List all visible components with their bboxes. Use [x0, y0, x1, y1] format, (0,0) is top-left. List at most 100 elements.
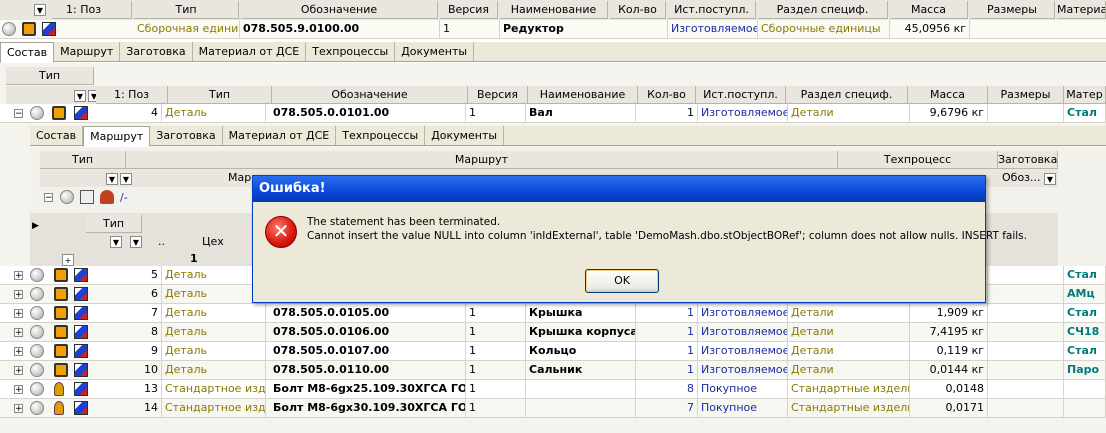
edit-pen-icon[interactable]: [74, 268, 88, 282]
expand-toggle-icon[interactable]: +: [14, 366, 23, 376]
top-col-version[interactable]: Версия: [440, 1, 498, 19]
route-col-techprocess[interactable]: Техпроцесс: [838, 151, 998, 169]
expand-toggle-icon[interactable]: +: [14, 347, 23, 357]
top-col-qty[interactable]: Кол-во: [610, 1, 666, 19]
inner-dd-1[interactable]: ▼: [110, 235, 122, 248]
expanded-row[interactable]: − 4 Деталь 078.505.0.0101.00 1 Вал 1 Изг…: [0, 104, 1106, 123]
edit-pen-icon[interactable]: [74, 363, 88, 377]
edit-pen-icon[interactable]: [74, 382, 88, 396]
state-ball-icon: [30, 382, 44, 396]
blank-dropdown-label[interactable]: Обоз...: [1002, 169, 1046, 187]
route-col-route[interactable]: Маршрут: [126, 151, 838, 169]
dialog-title[interactable]: Ошибка!: [253, 176, 985, 202]
cell-name: Крышка корпуса: [526, 323, 636, 341]
collapse-toggle-icon[interactable]: −: [14, 109, 23, 119]
edit-pen-icon[interactable]: [74, 306, 88, 320]
edit-pen-icon[interactable]: [42, 22, 56, 36]
col-source[interactable]: Ист.поступл.: [696, 86, 786, 104]
table-row[interactable]: +14 Стандартное изд... Болт М8-6gx30.109.3…: [0, 399, 1106, 418]
grid-dd-1[interactable]: ▼: [74, 89, 86, 102]
tab2-sostav[interactable]: Состав: [30, 126, 84, 145]
table-row[interactable]: +9 Деталь 078.505.0.0107.00 1 Кольцо 1 Изготов…: [0, 342, 1106, 361]
expand-toggle-icon[interactable]: +: [14, 328, 23, 338]
cell-sizes: [988, 304, 1064, 322]
tab-material-dse[interactable]: Материал от ДСЕ: [193, 42, 307, 61]
cell-mass: 45,0956 кг: [890, 20, 970, 38]
edit-pen-icon[interactable]: [74, 287, 88, 301]
top-col-name[interactable]: Наименование: [500, 1, 608, 19]
top-col-type[interactable]: Тип: [134, 1, 239, 19]
table-row[interactable]: +13 Стандартное изд... Болт М8-6gx25.109.3…: [0, 380, 1106, 399]
ok-button[interactable]: OK: [585, 269, 659, 293]
inner-dd-2[interactable]: ▼: [130, 235, 142, 248]
edit-pen-icon[interactable]: [74, 344, 88, 358]
cell-version: 1: [466, 104, 526, 122]
top-assembly-row[interactable]: Сборочная единица 078.505.9.0100.00 1 Ре…: [0, 20, 1106, 39]
route-col-blank[interactable]: Заготовка: [998, 151, 1058, 169]
top-col-material[interactable]: Материа: [1057, 1, 1106, 19]
table-row[interactable]: +7 Деталь 078.505.0.0105.00 1 Крышка 1 Изготов…: [0, 304, 1106, 323]
expand-toggle-icon[interactable]: +: [14, 404, 23, 414]
bolt-icon: [54, 382, 64, 396]
tab-techprocess[interactable]: Техпроцессы: [306, 42, 396, 61]
cell-section: Детали: [788, 304, 910, 322]
col-section[interactable]: Раздел специф.: [786, 86, 908, 104]
tab-documents[interactable]: Документы: [395, 42, 475, 61]
error-icon: ✕: [265, 216, 297, 248]
cell-designation: Болт М8-6gx30.109.30ХГСА ГОС...: [270, 399, 466, 417]
col-name[interactable]: Наименование: [528, 86, 638, 104]
tab2-material-dse[interactable]: Материал от ДСЕ: [223, 126, 337, 145]
col-mass[interactable]: Масса: [908, 86, 988, 104]
tab-zagotovka[interactable]: Заготовка: [120, 42, 193, 61]
assembly-icon: [22, 22, 36, 36]
cell-version: 1: [466, 399, 526, 417]
table-row[interactable]: +8 Деталь 078.505.0.0106.00 1 Крышка корпуса…: [0, 323, 1106, 342]
col-version[interactable]: Версия: [468, 86, 528, 104]
top-col-section[interactable]: Раздел специф.: [758, 1, 888, 19]
route-col-type[interactable]: Тип: [40, 151, 126, 169]
route-dd-2[interactable]: ▼: [120, 172, 132, 185]
tab2-marshrut[interactable]: Маршрут: [83, 126, 151, 147]
cell-source: Покупное: [698, 380, 788, 398]
col-pos[interactable]: 1: Поз: [96, 86, 168, 104]
top-col-designation[interactable]: Обозначение: [241, 1, 438, 19]
cell-pos: 8: [96, 323, 162, 341]
top-col-dropdown[interactable]: ▼: [34, 3, 46, 16]
inner-col-shop[interactable]: Цех: [202, 234, 224, 250]
route-dd-1[interactable]: ▼: [106, 172, 118, 185]
tab2-techprocess[interactable]: Техпроцессы: [336, 126, 426, 145]
inner-col-type[interactable]: Тип: [86, 215, 142, 233]
edit-pen-icon[interactable]: [74, 106, 88, 120]
cell-section: Стандартные изделия: [788, 380, 910, 398]
tab-marshrut[interactable]: Маршрут: [54, 42, 121, 61]
expand-toggle-icon[interactable]: +: [14, 271, 23, 281]
table-row[interactable]: +10 Деталь 078.505.0.0110.00 1 Сальник 1 Изгот…: [0, 361, 1106, 380]
edit-pen-icon[interactable]: [74, 401, 88, 415]
top-col-mass[interactable]: Масса: [890, 1, 968, 19]
top-col-pos[interactable]: 1: Поз: [52, 1, 132, 19]
blank-dropdown[interactable]: ▼: [1044, 172, 1056, 185]
top-col-source[interactable]: Ист.поступл.: [668, 1, 756, 19]
col-designation[interactable]: Обозначение: [272, 86, 468, 104]
tab-sostav[interactable]: Состав: [0, 42, 55, 63]
tab2-zagotovka[interactable]: Заготовка: [150, 126, 223, 145]
col-material[interactable]: Матер: [1064, 86, 1106, 104]
cell-sizes: [988, 285, 1064, 303]
cell-material: Паро: [1064, 361, 1106, 379]
col-type[interactable]: Тип: [168, 86, 272, 104]
tab2-documents[interactable]: Документы: [425, 126, 505, 145]
col-qty[interactable]: Кол-во: [638, 86, 696, 104]
cell-type: Сборочная единица: [134, 20, 240, 38]
part-icon: [54, 344, 68, 358]
expand-toggle-icon[interactable]: +: [14, 290, 23, 300]
expand-toggle-icon[interactable]: +: [14, 385, 23, 395]
route-collapse-icon[interactable]: −: [44, 193, 53, 203]
expand-toggle-icon[interactable]: +: [14, 309, 23, 319]
col-sizes[interactable]: Размеры: [988, 86, 1064, 104]
edit-pen-icon[interactable]: [74, 325, 88, 339]
inner-expand-icon[interactable]: +: [62, 253, 74, 266]
route-path: /-: [120, 191, 128, 204]
top-col-sizes[interactable]: Размеры: [970, 1, 1055, 19]
group-header-type[interactable]: Тип: [6, 67, 94, 85]
inner-col-sort[interactable]: ..: [158, 234, 165, 250]
